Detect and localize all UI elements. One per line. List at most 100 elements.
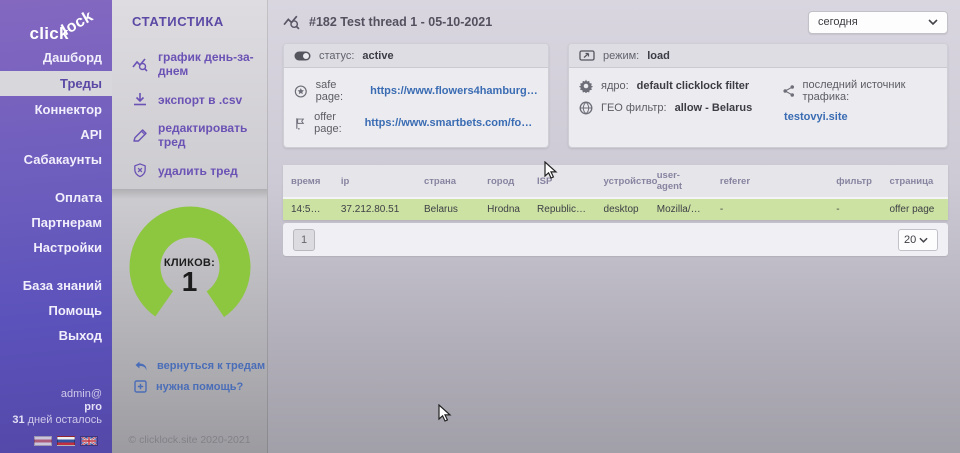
col-referer: referer bbox=[712, 165, 828, 198]
page-title: #182 Test thread 1 - 05-10-2021 bbox=[309, 15, 492, 29]
main-content: #182 Test thread 1 - 05-10-2021 сегодня … bbox=[268, 0, 960, 453]
language-switcher bbox=[34, 436, 98, 446]
mode-card-body: ядро: default clicklock filter ГЕО фильт… bbox=[569, 68, 947, 135]
toggle-on-icon bbox=[294, 51, 311, 61]
clicks-gauge: КЛИКОВ: 1 bbox=[124, 205, 256, 328]
sidebar-item-partners[interactable]: Партнерам bbox=[0, 211, 112, 234]
offer-page-row: offer page: https://www.smartbets.com/fo… bbox=[294, 107, 538, 139]
cell-city: Hrodna bbox=[479, 198, 529, 220]
need-help-link[interactable]: нужна помощь? bbox=[112, 376, 267, 397]
mode-card: режим: load ядро: default clicklock filt… bbox=[568, 43, 948, 148]
traffic-source-link-row: testovyi.site bbox=[783, 107, 937, 127]
share-icon bbox=[783, 84, 794, 98]
menu-item-label: редактировать тред bbox=[158, 121, 267, 149]
offer-page-label: offer page: bbox=[314, 111, 356, 135]
sidebar-item-api[interactable]: API bbox=[0, 123, 112, 146]
sidebar-item-connector[interactable]: Коннектор bbox=[0, 98, 112, 121]
sidebar: click lock Дашборд Треды Коннектор API С… bbox=[0, 0, 112, 453]
flag-uk-icon[interactable] bbox=[80, 436, 98, 446]
account-plan: pro bbox=[84, 401, 102, 413]
table-row[interactable]: 14:58:52 37.212.80.51 Belarus Hrodna Rep… bbox=[283, 198, 948, 220]
logo-text-lock: lock bbox=[59, 8, 97, 40]
status-card: статус: active safe page: https://www.fl… bbox=[283, 43, 549, 148]
gauge-value: 1 bbox=[124, 269, 256, 295]
table-header-row: время ip страна город ISP устройство use… bbox=[283, 165, 948, 198]
sidebar-item-knowledge-base[interactable]: База знаний bbox=[0, 274, 112, 297]
gauge-readout: КЛИКОВ: 1 bbox=[124, 257, 256, 295]
page-1-button[interactable]: 1 bbox=[293, 229, 315, 251]
screen-arrow-icon bbox=[579, 50, 595, 62]
menu-item-label: график день-за-днем bbox=[158, 50, 267, 78]
mode-label: режим: bbox=[603, 50, 639, 62]
col-time: время bbox=[283, 165, 333, 198]
nav-spacer bbox=[0, 261, 112, 274]
cell-user-agent: Mozilla/5.0 (Win... bbox=[649, 198, 712, 220]
geo-filter-label: ГЕО фильтр: bbox=[601, 102, 667, 114]
gear-icon bbox=[579, 79, 593, 93]
safe-page-row: safe page: https://www.flowers4hamburg.c… bbox=[294, 75, 538, 107]
download-icon bbox=[132, 92, 148, 107]
pencil-icon bbox=[132, 128, 148, 143]
account-days-left: 31 дней осталось bbox=[12, 414, 102, 427]
menu-item-export-csv[interactable]: экспорт в .csv bbox=[112, 85, 267, 114]
kernel-value: default clicklock filter bbox=[637, 80, 749, 92]
offer-page-link[interactable]: https://www.smartbets.com/football/tea..… bbox=[365, 117, 538, 129]
safe-page-link[interactable]: https://www.flowers4hamburg.com/ bbox=[370, 85, 538, 97]
account-email: admin@ bbox=[12, 388, 102, 401]
sidebar-item-logout[interactable]: Выход bbox=[0, 324, 112, 347]
mode-value: load bbox=[647, 50, 670, 62]
mode-card-header: режим: load bbox=[569, 44, 947, 68]
chart-search-icon bbox=[132, 57, 148, 72]
sidebar-item-dashboard[interactable]: Дашборд bbox=[0, 46, 112, 69]
cell-time: 14:58:52 bbox=[283, 198, 333, 220]
traffic-source-label: последний источник трафика: bbox=[803, 79, 937, 103]
menu-item-delete-thread[interactable]: удалить тред bbox=[112, 156, 267, 185]
page-size-select[interactable]: 20 bbox=[898, 229, 938, 251]
sidebar-item-payment[interactable]: Оплата bbox=[0, 186, 112, 209]
geo-filter-row: ГЕО фильтр: allow - Belarus bbox=[579, 97, 783, 119]
mouse-cursor bbox=[438, 404, 452, 424]
traffic-source-row: последний источник трафика: bbox=[783, 75, 937, 107]
col-page: страница bbox=[881, 165, 948, 198]
col-ip: ip bbox=[333, 165, 416, 198]
flag-ru-icon[interactable] bbox=[57, 436, 75, 446]
thread-header: #182 Test thread 1 - 05-10-2021 сегодня bbox=[283, 9, 948, 35]
col-isp: ISP bbox=[529, 165, 596, 198]
stats-panel-title: СТАТИСТИКА bbox=[112, 0, 267, 29]
sidebar-item-subaccounts[interactable]: Сабакаунты bbox=[0, 148, 112, 171]
flag-icon bbox=[294, 116, 306, 131]
chevron-down-icon bbox=[919, 237, 928, 243]
clicks-table: время ip страна город ISP устройство use… bbox=[283, 165, 948, 220]
sidebar-item-help[interactable]: Помощь bbox=[0, 299, 112, 322]
cell-referer: - bbox=[712, 198, 828, 220]
status-card-header: статус: active bbox=[284, 44, 548, 68]
back-to-threads-link[interactable]: вернуться к тредам bbox=[112, 356, 267, 376]
globe-icon bbox=[579, 101, 593, 115]
menu-item-daily-chart[interactable]: график день-за-днем bbox=[112, 43, 267, 85]
link-label: вернуться к тредам bbox=[157, 360, 265, 372]
period-select[interactable]: сегодня bbox=[808, 11, 948, 34]
link-label: нужна помощь? bbox=[156, 381, 243, 393]
kernel-label: ядро: bbox=[601, 80, 629, 92]
menu-item-label: экспорт в .csv bbox=[158, 93, 242, 107]
col-device: устройство bbox=[596, 165, 649, 198]
sidebar-item-settings[interactable]: Настройки bbox=[0, 236, 112, 259]
cell-ip: 37.212.80.51 bbox=[333, 198, 416, 220]
menu-item-edit-thread[interactable]: редактировать тред bbox=[112, 114, 267, 156]
traffic-source-link[interactable]: testovyi.site bbox=[784, 111, 848, 123]
sidebar-item-threads[interactable]: Треды bbox=[0, 71, 112, 96]
kernel-row: ядро: default clicklock filter bbox=[579, 75, 783, 97]
flag-by-icon[interactable] bbox=[34, 436, 52, 446]
col-city: город bbox=[479, 165, 529, 198]
status-label: статус: bbox=[319, 50, 354, 62]
geo-filter-value: allow - Belarus bbox=[675, 102, 753, 114]
page-size-value: 20 bbox=[904, 234, 916, 246]
cell-page: offer page bbox=[881, 198, 948, 220]
status-card-body: safe page: https://www.flowers4hamburg.c… bbox=[284, 68, 548, 147]
col-country: страна bbox=[416, 165, 479, 198]
stats-links: вернуться к тредам нужна помощь? bbox=[112, 356, 267, 397]
thread-title-wrap: #182 Test thread 1 - 05-10-2021 bbox=[283, 14, 492, 30]
col-user-agent: user-agent bbox=[649, 165, 712, 198]
nav-spacer bbox=[0, 173, 112, 186]
app-logo[interactable]: click lock bbox=[0, 0, 112, 44]
